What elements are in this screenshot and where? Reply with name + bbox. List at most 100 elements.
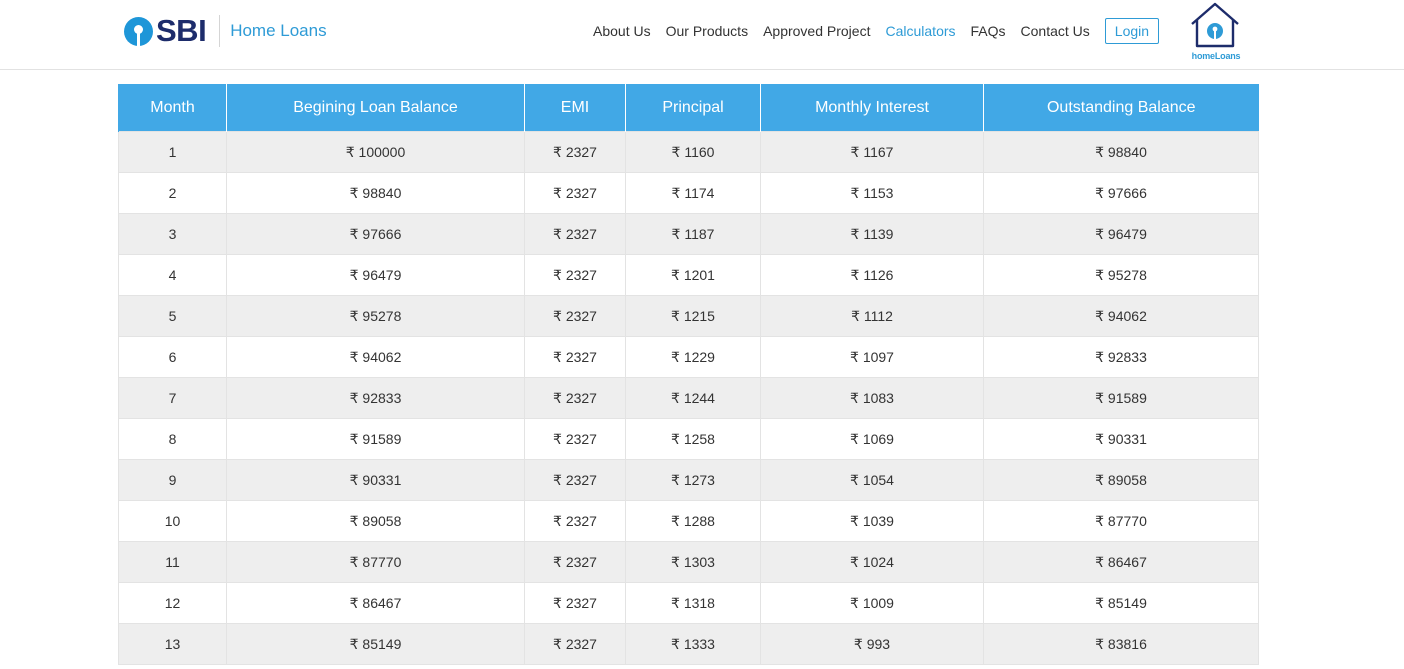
- cell-principal: ₹ 1318: [625, 582, 761, 624]
- cell-principal: ₹ 1258: [625, 418, 761, 460]
- cell-outstanding-balance: ₹ 97666: [983, 172, 1259, 214]
- cell-monthly-interest: ₹ 1009: [760, 582, 984, 624]
- nav-our-products[interactable]: Our Products: [666, 23, 748, 39]
- cell-emi: ₹ 2327: [524, 459, 626, 501]
- cell-begining-loan-balance: ₹ 91589: [226, 418, 525, 460]
- cell-month: 11: [118, 541, 227, 583]
- nav-faqs[interactable]: FAQs: [971, 23, 1006, 39]
- column-header-emi: EMI: [524, 84, 626, 132]
- cell-principal: ₹ 1333: [625, 623, 761, 665]
- cell-month: 7: [118, 377, 227, 419]
- cell-emi: ₹ 2327: [524, 500, 626, 542]
- nav-calculators[interactable]: Calculators: [885, 23, 955, 39]
- cell-principal: ₹ 1229: [625, 336, 761, 378]
- cell-outstanding-balance: ₹ 89058: [983, 459, 1259, 501]
- cell-emi: ₹ 2327: [524, 172, 626, 214]
- cell-monthly-interest: ₹ 1126: [760, 254, 984, 296]
- cell-emi: ₹ 2327: [524, 131, 626, 173]
- table-row: 10 ₹ 89058 ₹ 2327 ₹ 1288 ₹ 1039 ₹ 87770: [118, 500, 1259, 542]
- home-loans-logo[interactable]: homeLoans: [1186, 2, 1246, 62]
- cell-month: 6: [118, 336, 227, 378]
- home-loans-logo-text: homeLoans: [1191, 51, 1241, 61]
- cell-month: 9: [118, 459, 227, 501]
- cell-emi: ₹ 2327: [524, 213, 626, 255]
- cell-monthly-interest: ₹ 1039: [760, 500, 984, 542]
- cell-begining-loan-balance: ₹ 90331: [226, 459, 525, 501]
- table-row: 3 ₹ 97666 ₹ 2327 ₹ 1187 ₹ 1139 ₹ 96479: [118, 213, 1259, 255]
- site-header: SBI Home Loans About Us Our Products App…: [0, 0, 1404, 70]
- cell-principal: ₹ 1160: [625, 131, 761, 173]
- column-header-principal: Principal: [625, 84, 761, 132]
- cell-monthly-interest: ₹ 1139: [760, 213, 984, 255]
- column-header-monthly-interest: Monthly Interest: [760, 84, 984, 132]
- cell-outstanding-balance: ₹ 92833: [983, 336, 1259, 378]
- login-button[interactable]: Login: [1104, 18, 1160, 44]
- cell-emi: ₹ 2327: [524, 623, 626, 665]
- cell-month: 2: [118, 172, 227, 214]
- cell-begining-loan-balance: ₹ 100000: [226, 131, 525, 173]
- cell-principal: ₹ 1201: [625, 254, 761, 296]
- cell-emi: ₹ 2327: [524, 418, 626, 460]
- cell-principal: ₹ 1288: [625, 500, 761, 542]
- column-header-outstanding-balance: Outstanding Balance: [983, 84, 1259, 132]
- cell-monthly-interest: ₹ 1097: [760, 336, 984, 378]
- amortization-table: Month Begining Loan Balance EMI Principa…: [118, 84, 1259, 665]
- table-row: 7 ₹ 92833 ₹ 2327 ₹ 1244 ₹ 1083 ₹ 91589: [118, 377, 1259, 419]
- table-row: 6 ₹ 94062 ₹ 2327 ₹ 1229 ₹ 1097 ₹ 92833: [118, 336, 1259, 378]
- table-row: 13 ₹ 85149 ₹ 2327 ₹ 1333 ₹ 993 ₹ 83816: [118, 623, 1259, 665]
- cell-month: 10: [118, 500, 227, 542]
- cell-monthly-interest: ₹ 1083: [760, 377, 984, 419]
- cell-monthly-interest: ₹ 993: [760, 623, 984, 665]
- cell-month: 5: [118, 295, 227, 337]
- cell-month: 12: [118, 582, 227, 624]
- cell-monthly-interest: ₹ 1112: [760, 295, 984, 337]
- table-row: 9 ₹ 90331 ₹ 2327 ₹ 1273 ₹ 1054 ₹ 89058: [118, 459, 1259, 501]
- cell-outstanding-balance: ₹ 94062: [983, 295, 1259, 337]
- cell-outstanding-balance: ₹ 91589: [983, 377, 1259, 419]
- cell-begining-loan-balance: ₹ 96479: [226, 254, 525, 296]
- table-row: 11 ₹ 87770 ₹ 2327 ₹ 1303 ₹ 1024 ₹ 86467: [118, 541, 1259, 583]
- cell-outstanding-balance: ₹ 95278: [983, 254, 1259, 296]
- cell-emi: ₹ 2327: [524, 541, 626, 583]
- cell-begining-loan-balance: ₹ 86467: [226, 582, 525, 624]
- column-header-month: Month: [118, 84, 227, 132]
- table-row: 1 ₹ 100000 ₹ 2327 ₹ 1160 ₹ 1167 ₹ 98840: [118, 131, 1259, 173]
- cell-begining-loan-balance: ₹ 94062: [226, 336, 525, 378]
- cell-principal: ₹ 1215: [625, 295, 761, 337]
- cell-begining-loan-balance: ₹ 87770: [226, 541, 525, 583]
- cell-outstanding-balance: ₹ 90331: [983, 418, 1259, 460]
- nav-approved-project[interactable]: Approved Project: [763, 23, 870, 39]
- amortization-table-wrapper: Month Begining Loan Balance EMI Principa…: [118, 84, 1259, 665]
- brand[interactable]: SBI Home Loans: [124, 14, 327, 48]
- column-header-begining-loan-balance: Begining Loan Balance: [226, 84, 525, 132]
- cell-begining-loan-balance: ₹ 97666: [226, 213, 525, 255]
- cell-begining-loan-balance: ₹ 85149: [226, 623, 525, 665]
- cell-emi: ₹ 2327: [524, 254, 626, 296]
- cell-month: 1: [118, 131, 227, 173]
- table-row: 5 ₹ 95278 ₹ 2327 ₹ 1215 ₹ 1112 ₹ 94062: [118, 295, 1259, 337]
- cell-principal: ₹ 1187: [625, 213, 761, 255]
- cell-emi: ₹ 2327: [524, 377, 626, 419]
- cell-principal: ₹ 1303: [625, 541, 761, 583]
- table-row: 2 ₹ 98840 ₹ 2327 ₹ 1174 ₹ 1153 ₹ 97666: [118, 172, 1259, 214]
- cell-month: 3: [118, 213, 227, 255]
- cell-monthly-interest: ₹ 1153: [760, 172, 984, 214]
- cell-outstanding-balance: ₹ 83816: [983, 623, 1259, 665]
- cell-month: 13: [118, 623, 227, 665]
- cell-monthly-interest: ₹ 1024: [760, 541, 984, 583]
- table-row: 8 ₹ 91589 ₹ 2327 ₹ 1258 ₹ 1069 ₹ 90331: [118, 418, 1259, 460]
- cell-month: 8: [118, 418, 227, 460]
- sbi-logo-icon: [124, 16, 153, 46]
- cell-begining-loan-balance: ₹ 89058: [226, 500, 525, 542]
- table-row: 4 ₹ 96479 ₹ 2327 ₹ 1201 ₹ 1126 ₹ 95278: [118, 254, 1259, 296]
- cell-principal: ₹ 1244: [625, 377, 761, 419]
- cell-outstanding-balance: ₹ 87770: [983, 500, 1259, 542]
- nav-about-us[interactable]: About Us: [593, 23, 651, 39]
- cell-outstanding-balance: ₹ 85149: [983, 582, 1259, 624]
- cell-outstanding-balance: ₹ 96479: [983, 213, 1259, 255]
- cell-outstanding-balance: ₹ 98840: [983, 131, 1259, 173]
- cell-month: 4: [118, 254, 227, 296]
- nav-contact-us[interactable]: Contact Us: [1021, 23, 1090, 39]
- cell-emi: ₹ 2327: [524, 582, 626, 624]
- brand-name: SBI: [156, 13, 207, 48]
